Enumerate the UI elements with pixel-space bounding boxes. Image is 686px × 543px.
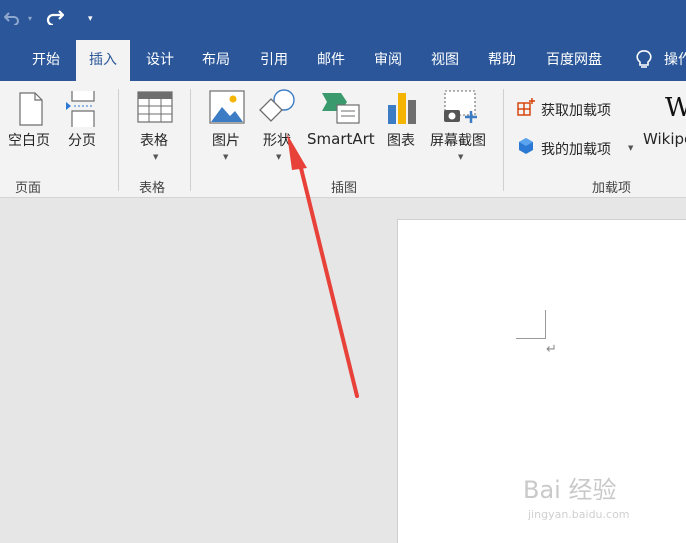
tab-view[interactable]: 视图 (418, 40, 472, 81)
baidu-watermark: Bai 经验 (523, 476, 617, 504)
chart-icon (388, 93, 416, 124)
undo-icon[interactable] (3, 9, 20, 29)
ribbon-tabs: 开始 插入 设计 布局 引用 邮件 审阅 视图 帮助 百度网盘 操作 (0, 40, 686, 81)
paragraph-mark: ↵ (546, 342, 557, 357)
shapes-icon (259, 89, 295, 122)
baidu-watermark-url: jingyan.baidu.com (528, 508, 630, 521)
illustrations-group-label: 插图 (331, 181, 358, 196)
separator (118, 89, 119, 191)
screenshot-label: 屏幕截图 (430, 133, 486, 149)
tab-help[interactable]: 帮助 (475, 40, 529, 81)
addins-group-label: 加载项 (592, 181, 632, 196)
redo-icon[interactable] (46, 9, 65, 29)
picture-icon (209, 90, 245, 124)
table-label: 表格 (140, 133, 168, 149)
separator (503, 89, 504, 191)
tables-group-label: 表格 (139, 181, 166, 196)
margin-corner-mark (516, 310, 546, 339)
quick-access-toolbar: ▾ ▾ (0, 0, 686, 40)
pages-group-label: 页面 (15, 181, 42, 196)
tab-baidu-netdisk[interactable]: 百度网盘 (532, 40, 616, 81)
pictures-label: 图片 (212, 133, 240, 149)
wikipedia-label: Wikipe (643, 130, 686, 148)
chart-label: 图表 (387, 133, 415, 149)
table-icon (137, 91, 173, 123)
ribbon: 空白页 分页 页面 表格 ▼ 表格 图片 ▼ 形状 ▼ SmartArt 图表 … (0, 81, 686, 198)
separator (190, 89, 191, 191)
get-addins-label: 获取加载项 (541, 103, 611, 119)
tab-insert[interactable]: 插入 (76, 40, 130, 81)
undo-dropdown-icon[interactable]: ▾ (28, 14, 32, 23)
tab-tell-me[interactable]: 操作 (664, 40, 686, 81)
smartart-icon (322, 93, 360, 124)
screenshot-dropdown-icon[interactable]: ▼ (458, 153, 463, 161)
tab-references[interactable]: 引用 (247, 40, 301, 81)
blank-page-label: 空白页 (8, 133, 50, 149)
page-break-label: 分页 (68, 133, 96, 149)
tab-design[interactable]: 设计 (133, 40, 187, 81)
my-addins-dropdown-icon[interactable]: ▼ (628, 144, 633, 152)
shapes-label: 形状 (263, 133, 291, 149)
tab-review[interactable]: 审阅 (361, 40, 415, 81)
smartart-label: SmartArt (307, 130, 375, 148)
blank-page-icon (19, 92, 43, 126)
table-dropdown-icon[interactable]: ▼ (153, 153, 158, 161)
wikipedia-icon: W (665, 93, 686, 123)
page-break-icon (66, 91, 95, 127)
store-icon (517, 98, 535, 116)
tab-mailings[interactable]: 邮件 (304, 40, 358, 81)
customize-qat-icon[interactable]: ▾ (88, 14, 93, 24)
lightbulb-icon[interactable] (632, 40, 656, 81)
my-addins-icon (519, 138, 533, 154)
tab-layout[interactable]: 布局 (189, 40, 243, 81)
pictures-dropdown-icon[interactable]: ▼ (223, 153, 228, 161)
screenshot-icon (444, 90, 477, 123)
tab-home[interactable]: 开始 (16, 40, 76, 81)
my-addins-label: 我的加载项 (541, 142, 611, 158)
shapes-dropdown-icon[interactable]: ▼ (276, 153, 281, 161)
